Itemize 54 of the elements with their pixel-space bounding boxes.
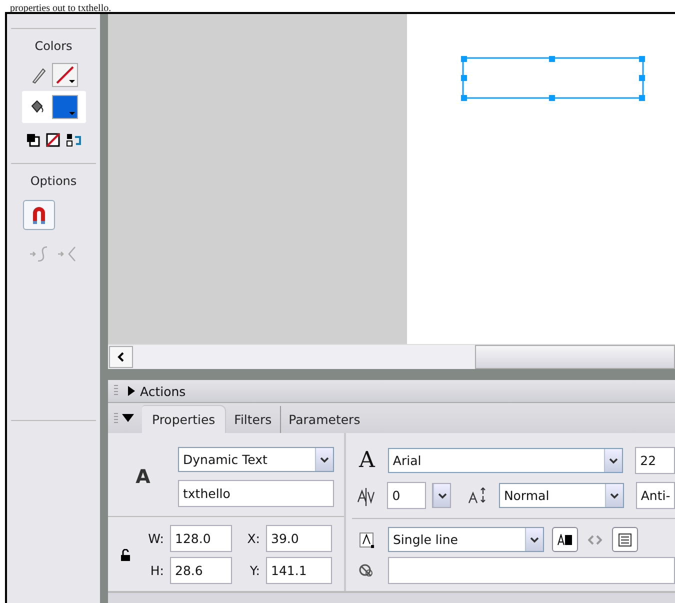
rendering-dropdown[interactable]: Anti- [636, 482, 675, 510]
paint-bucket-icon[interactable] [30, 99, 44, 115]
field-label: W: [147, 531, 164, 546]
line-type-dropdown[interactable]: Single line [388, 527, 544, 552]
fill-color-swatch[interactable] [52, 95, 78, 119]
lines-icon [618, 532, 632, 547]
section-label: Colors [34, 39, 72, 53]
scroll-left-button[interactable] [109, 346, 133, 368]
magnet-icon [31, 205, 47, 225]
character-position-icon [467, 486, 487, 505]
border-button[interactable] [612, 527, 638, 552]
url-field[interactable] [388, 557, 675, 584]
selected-text-box[interactable] [460, 55, 646, 101]
letter-spacing-field[interactable]: 0 [387, 482, 426, 510]
text-tool-icon: A [108, 466, 178, 488]
pencil-icon[interactable] [30, 66, 46, 84]
panel-tab[interactable]: Filters [226, 406, 280, 434]
swap-colors-icon[interactable] [66, 133, 82, 147]
dropdown-button[interactable] [315, 448, 333, 472]
input-field[interactable]: 39.0 [266, 525, 332, 552]
stroke-color-swatch[interactable] [52, 63, 78, 87]
character-position-dropdown[interactable]: Normal [498, 483, 624, 508]
font-size-field[interactable]: 22 [635, 447, 675, 474]
field-label: H: [149, 563, 164, 578]
collapse-arrow-icon[interactable] [122, 413, 134, 424]
input-field[interactable]: 141.1 [266, 557, 332, 584]
caption-text: properties out to txthello. [10, 3, 112, 15]
field-label: X: [246, 531, 260, 546]
scrollbar-thumb[interactable] [475, 345, 675, 370]
no-color-icon[interactable] [46, 133, 60, 147]
panel-tab[interactable]: Properties [142, 405, 226, 434]
dropdown-button[interactable] [525, 528, 543, 552]
snap-magnet-button[interactable] [23, 200, 55, 230]
input-field[interactable]: 28.6 [170, 557, 232, 584]
selectable-button[interactable] [552, 527, 578, 552]
font-dropdown[interactable]: Arial [388, 448, 624, 474]
dropdown-button[interactable] [604, 449, 622, 472]
field-label: Y: [248, 563, 260, 578]
instance-name-field[interactable]: txthello [178, 480, 334, 508]
default-colors-icon[interactable] [26, 133, 40, 147]
text-icon [557, 534, 573, 546]
input-field[interactable]: 128.0 [170, 525, 232, 552]
section-label: Options [30, 174, 77, 188]
caret-icon [438, 492, 447, 499]
panel-title[interactable]: Actions [140, 384, 186, 399]
lock-icon[interactable] [120, 548, 130, 561]
dropdown-button[interactable] [604, 484, 623, 508]
font-glyph: A [358, 448, 376, 474]
caret-icon [320, 456, 329, 463]
caret-icon [530, 536, 539, 543]
expand-arrow-icon[interactable] [126, 386, 136, 396]
caret-icon [609, 458, 618, 464]
text-type-dropdown[interactable]: Dynamic Text [178, 447, 334, 472]
caret-icon [610, 492, 619, 499]
